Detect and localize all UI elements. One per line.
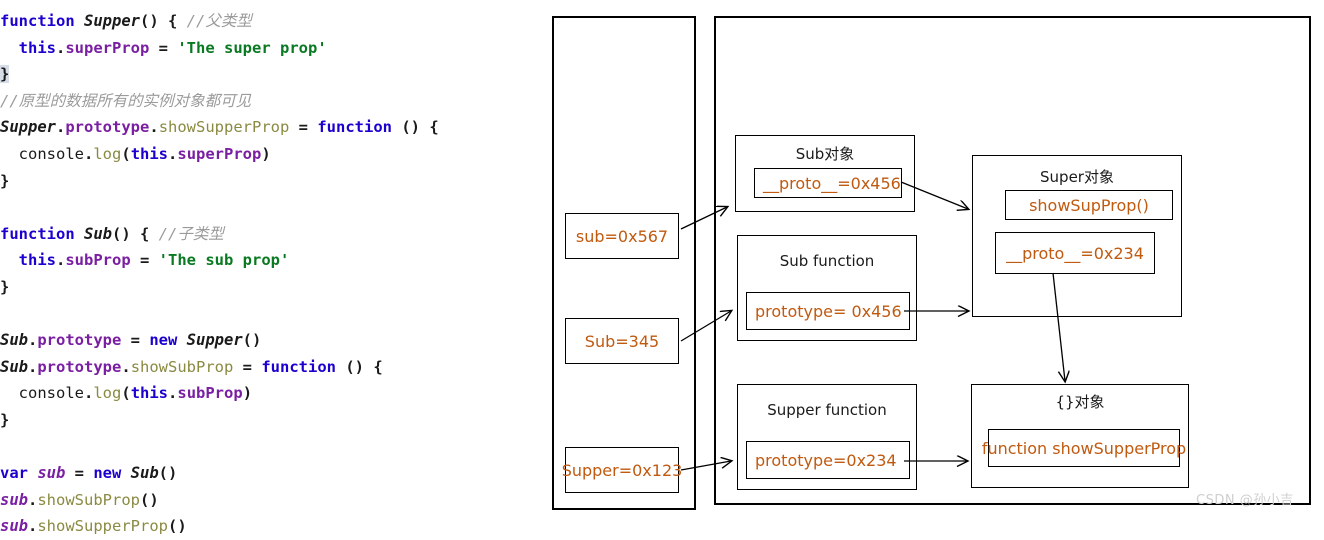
- stack-entry-Sub: Sub=345: [565, 318, 679, 364]
- code-token: showSupperProp: [37, 517, 168, 536]
- super-object-node: Super对象 showSupProp() __proto__=0x234: [972, 155, 1182, 317]
- code-token: sub: [0, 517, 28, 536]
- code-line: sub.showSupperProp(): [0, 513, 545, 540]
- sub-object-node-title: Sub对象: [795, 145, 855, 163]
- stack-panel: [552, 16, 696, 510]
- sub-function-node-title: Sub function: [779, 252, 875, 270]
- empty-object-node: {}对象 function showSupperProp: [971, 384, 1189, 488]
- slot-prototype-234: prototype=0x234: [746, 441, 910, 479]
- code-token: (): [168, 517, 187, 536]
- slot-function-showsupperprop: function showSupperProp: [982, 429, 1186, 467]
- slot-proto-456-label: __proto__=0x456: [763, 173, 901, 193]
- sub-object-node: Sub对象 __proto__=0x456: [735, 135, 915, 212]
- super-object-node-title: Super对象: [1040, 168, 1114, 186]
- slot-function-showsupperprop-label: function showSupperProp: [981, 438, 1187, 458]
- slot-prototype-456-label: prototype= 0x456: [755, 301, 902, 321]
- slot-prototype-234-label: prototype=0x234: [755, 450, 897, 470]
- slot-proto-456: __proto__=0x456: [754, 168, 902, 198]
- slot-proto-234: __proto__=0x234: [995, 232, 1155, 274]
- stack-entry-sub-label: sub=0x567: [575, 226, 669, 246]
- slot-showsupprop-label: showSupProp(): [1029, 195, 1149, 215]
- stack-entry-Supper-label: Supper=0x123: [561, 460, 683, 480]
- code-token: .: [28, 517, 38, 536]
- stack-entry-Supper: Supper=0x123: [562, 447, 682, 493]
- supper-function-node-title: Supper function: [767, 401, 887, 419]
- stack-entry-Sub-label: Sub=345: [584, 331, 660, 351]
- stack-entry-sub: sub=0x567: [565, 213, 679, 259]
- slot-prototype-456: prototype= 0x456: [746, 292, 910, 330]
- supper-function-node: Supper function prototype=0x234: [737, 384, 917, 490]
- slot-proto-234-label: __proto__=0x234: [1006, 243, 1144, 263]
- memory-model-diagram: sub=0x567 Sub=345 Supper=0x123 Sub对象 __p…: [0, 0, 1324, 517]
- sub-function-node: Sub function prototype= 0x456: [737, 235, 917, 341]
- empty-object-node-title: {}对象: [1055, 393, 1105, 411]
- csdn-watermark: CSDN @孙小吉: [1196, 493, 1294, 508]
- slot-showsupprop: showSupProp(): [1005, 190, 1173, 220]
